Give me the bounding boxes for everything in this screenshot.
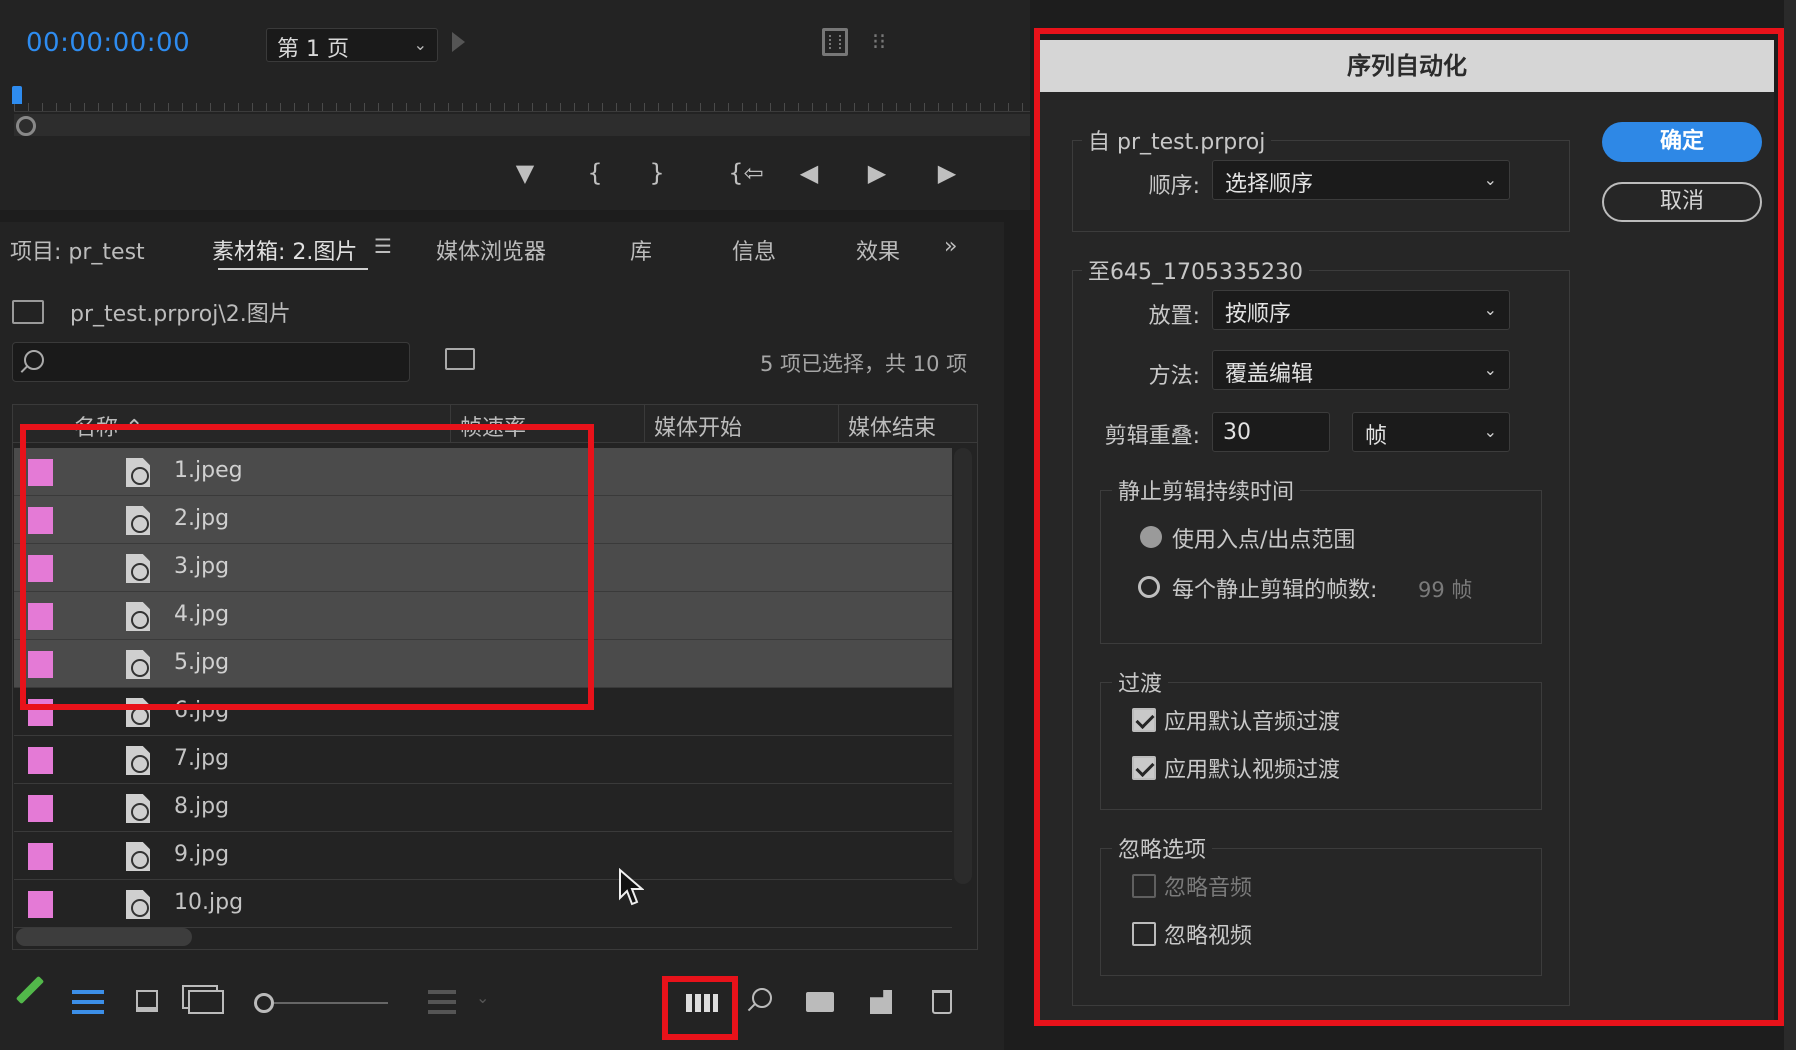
highlight-automate-button [662,976,738,1040]
vertical-scrollbar[interactable] [954,448,972,884]
zoom-slider-knob[interactable] [254,993,274,1013]
step-back-icon[interactable]: ◀ [794,158,824,188]
mark-out-icon[interactable]: } [644,158,670,188]
column-divider[interactable] [644,405,645,443]
image-file-icon [126,746,150,775]
zoom-slider-track[interactable] [274,1002,388,1004]
time-ruler[interactable] [14,96,1030,112]
icon-view-icon[interactable] [136,990,158,1012]
chevron-down-icon: ⌄ [476,988,490,1007]
highlight-dialog [1034,28,1784,1026]
bin-path: pr_test.prproj\2.图片 [70,302,291,327]
new-bin-icon[interactable] [806,992,834,1012]
tab-info[interactable]: 信息 [732,234,776,266]
zoom-scroll-knob[interactable] [16,116,36,136]
horizontal-scrollbar[interactable] [16,928,192,946]
play-small-icon[interactable] [452,32,465,52]
item-name: 10.jpg [174,890,244,915]
list-view-icon[interactable] [72,990,104,1014]
folder-up-icon[interactable] [12,300,44,324]
tab-effects[interactable]: 效果 [856,234,900,266]
panel-menu-icon[interactable]: ☰ [374,234,392,258]
add-marker-icon[interactable]: ▼ [512,158,538,188]
column-media-start[interactable]: 媒体开始 [654,410,742,442]
highlight-selected-items [20,424,594,710]
search-icon [24,350,44,370]
window-edge [1784,0,1796,1050]
new-search-bin-icon[interactable] [445,348,475,370]
play-icon[interactable]: ▶ [862,158,892,188]
playhead[interactable] [12,86,22,104]
find-icon[interactable] [752,988,772,1008]
step-forward-icon[interactable]: ▶ [932,158,962,188]
image-file-icon [126,842,150,871]
column-media-end[interactable]: 媒体结束 [848,410,936,442]
item-name: 8.jpg [174,794,230,819]
tab-libraries[interactable]: 库 [630,234,652,266]
label-color-swatch[interactable] [28,891,53,918]
search-input[interactable] [12,342,410,382]
timecode-display[interactable]: 00:00:00:00 [26,28,190,58]
mouse-cursor-icon [619,868,644,906]
item-name: 7.jpg [174,746,230,771]
label-color-swatch[interactable] [28,795,53,822]
list-item[interactable]: 10.jpg [14,880,952,928]
label-color-swatch[interactable] [28,843,53,870]
selection-count: 5 项已选择，共 10 项 [760,352,968,376]
list-item[interactable]: 9.jpg [14,832,952,880]
zoom-scroll-bar[interactable] [14,114,1030,136]
tab-media-browser[interactable]: 媒体浏览器 [436,234,546,266]
page-select[interactable]: 第 1 页 ⌄ [266,28,438,62]
column-divider[interactable] [838,405,839,443]
mark-in-icon[interactable]: { [582,158,608,188]
list-item[interactable]: 8.jpg [14,784,952,832]
image-file-icon [126,890,150,919]
chevron-down-icon: ⌄ [413,35,427,54]
tab-project[interactable]: 项目: pr_test [10,234,145,266]
active-tab-indicator [218,268,368,270]
go-to-in-icon[interactable]: {⇦ [728,158,764,188]
list-item[interactable]: 7.jpg [14,736,952,784]
tab-bin[interactable]: 素材箱: 2.图片 [212,234,357,266]
audio-wave-icon[interactable]: ⁝⁝ [872,30,886,55]
image-file-icon [126,794,150,823]
sort-icons-icon [428,990,456,1014]
more-tabs-icon[interactable]: » [944,234,957,259]
trash-icon[interactable] [932,990,952,1014]
film-icon[interactable] [822,28,848,56]
item-name: 9.jpg [174,842,230,867]
freeform-view-icon[interactable] [188,990,224,1014]
label-color-swatch[interactable] [28,747,53,774]
page-select-value: 第 1 页 [277,37,349,62]
